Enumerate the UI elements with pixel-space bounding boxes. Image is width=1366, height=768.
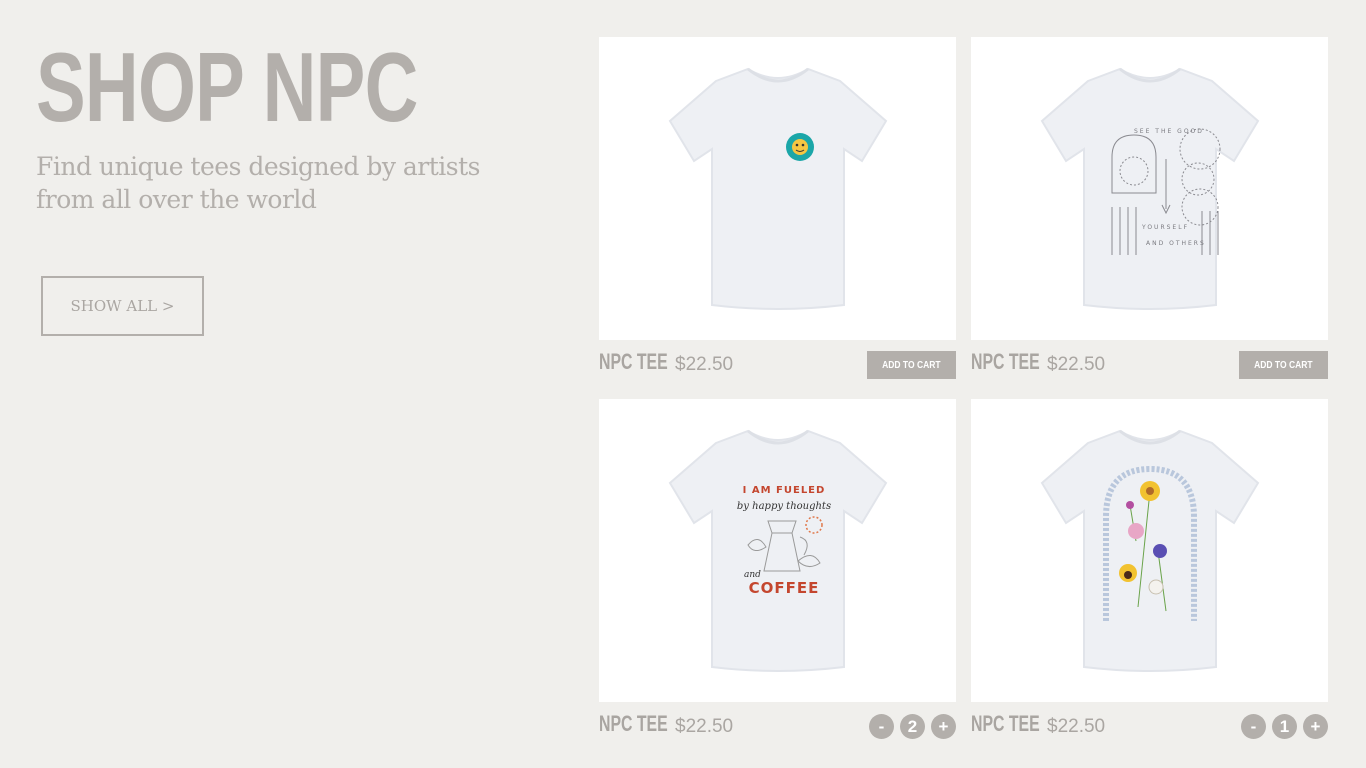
product-price: $22.50: [1047, 716, 1106, 737]
page-title: SHOP NPC: [36, 32, 418, 142]
decrease-quantity-button[interactable]: -: [869, 713, 894, 739]
tshirt-icon: I AM FUELED by happy thoughts and COFFEE: [668, 429, 887, 672]
svg-text:SEE THE GOOD: SEE THE GOOD: [1134, 128, 1204, 135]
product-image[interactable]: [599, 37, 956, 340]
add-to-cart-button[interactable]: ADD TO CART: [867, 351, 956, 379]
product-meta: NPC TEE $22.50 ADD TO CART: [971, 348, 1328, 388]
print-line-4: COFFEE: [748, 579, 819, 597]
tshirt-icon: SEE THE GOOD YOURSELF AND OTHERS: [1040, 67, 1259, 310]
product-name: NPC TEE: [971, 711, 1040, 736]
product-image[interactable]: [971, 399, 1328, 702]
increase-quantity-button[interactable]: +: [931, 713, 956, 739]
add-to-cart-button[interactable]: ADD TO CART: [1239, 351, 1328, 379]
product-name: NPC TEE: [599, 711, 668, 736]
quantity-value: 1: [1272, 713, 1297, 739]
print-line-1: I AM FUELED: [742, 485, 825, 496]
product-image[interactable]: I AM FUELED by happy thoughts and COFFEE: [599, 399, 956, 702]
page-subtitle: Find unique tees designed by artists fro…: [36, 152, 481, 214]
product-card: I AM FUELED by happy thoughts and COFFEE…: [599, 399, 956, 750]
product-meta: NPC TEE $22.50 - 1 +: [971, 710, 1328, 750]
product-card: SEE THE GOOD YOURSELF AND OTHERS NPC TEE…: [971, 37, 1328, 388]
svg-text:YOURSELF: YOURSELF: [1141, 224, 1189, 231]
tshirt-icon: [1040, 429, 1259, 672]
product-price: $22.50: [675, 716, 734, 737]
product-price: $22.50: [1047, 354, 1106, 375]
add-to-cart-label: ADD TO CART: [1254, 359, 1313, 371]
tshirt-icon: [668, 67, 887, 310]
product-card: NPC TEE $22.50 ADD TO CART: [599, 37, 956, 388]
product-name: NPC TEE: [971, 349, 1040, 374]
product-name: NPC TEE: [599, 349, 668, 374]
show-all-button[interactable]: SHOW ALL >: [41, 276, 204, 336]
product-price: $22.50: [675, 354, 734, 375]
decrease-quantity-button[interactable]: -: [1241, 713, 1266, 739]
quantity-stepper: - 2 +: [869, 713, 956, 739]
add-to-cart-label: ADD TO CART: [882, 359, 941, 371]
product-meta: NPC TEE $22.50 ADD TO CART: [599, 348, 956, 388]
product-meta: NPC TEE $22.50 - 2 +: [599, 710, 956, 750]
quantity-value: 2: [900, 713, 925, 739]
quantity-stepper: - 1 +: [1241, 713, 1328, 739]
product-image[interactable]: SEE THE GOOD YOURSELF AND OTHERS: [971, 37, 1328, 340]
product-card: NPC TEE $22.50 - 1 +: [971, 399, 1328, 750]
svg-text:AND OTHERS: AND OTHERS: [1146, 240, 1206, 247]
increase-quantity-button[interactable]: +: [1303, 713, 1328, 739]
print-line-2: by happy thoughts: [736, 501, 830, 512]
